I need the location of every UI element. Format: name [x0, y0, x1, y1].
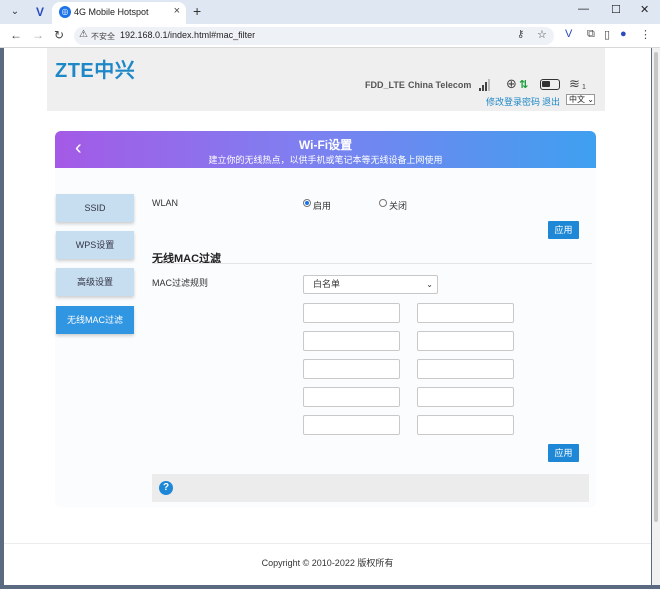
url-text[interactable]: 192.168.0.1/index.html#mac_filter — [120, 30, 255, 40]
signal-strength-icon — [479, 79, 491, 91]
chevron-down-icon: ⌄ — [426, 280, 433, 289]
sidepanel-icon[interactable]: ▯ — [604, 28, 610, 41]
language-select[interactable]: 中文 ⌄ — [566, 94, 595, 105]
wlan-label: WLAN — [152, 198, 179, 208]
mac-address-input[interactable] — [417, 359, 514, 379]
mac-address-input[interactable] — [417, 303, 514, 323]
maximize-icon[interactable]: ☐ — [611, 3, 621, 16]
settings-card: ‹ Wi-Fi设置 建立你的无线热点，以供手机或笔记本等无线设备上网使用 SSI… — [55, 131, 596, 507]
vivaldi-icon[interactable]: V — [33, 5, 47, 19]
mac-address-input[interactable] — [303, 387, 400, 407]
operator-name: China Telecom — [408, 80, 472, 90]
tab-title: 4G Mobile Hotspot — [74, 7, 149, 17]
browser-tab[interactable]: ◎ 4G Mobile Hotspot × — [52, 2, 186, 24]
mac-rule-select[interactable]: 白名单 ⌄ — [303, 275, 438, 294]
mac-address-input[interactable] — [417, 331, 514, 351]
vivaldi-extension-icon[interactable]: V — [565, 28, 572, 40]
network-type: FDD_LTE — [365, 80, 405, 90]
warning-icon[interactable]: ⚠ — [79, 29, 88, 40]
mac-rule-label: MAC过滤规则 — [152, 278, 208, 288]
page-scrollbar[interactable] — [652, 48, 660, 585]
router-header: ZTE中兴 FDD_LTE China Telecom ⊕ ⇅ ≋ 1 修改登录… — [47, 48, 605, 111]
wlan-disable-radio[interactable] — [379, 199, 387, 207]
wlan-enable-label: 启用 — [313, 201, 332, 211]
footer-copyright: Copyright © 2010-2022 版权所有 — [261, 558, 394, 568]
mac-address-input[interactable] — [303, 415, 400, 435]
battery-icon — [540, 79, 560, 90]
back-icon[interactable]: ← — [10, 28, 22, 42]
mac-address-input[interactable] — [303, 331, 400, 351]
sidebar-item-wps[interactable]: WPS设置 — [56, 231, 134, 259]
browser-tabstrip: ⌄ V ◎ 4G Mobile Hotspot × + — ☐ ✕ — [0, 0, 660, 24]
mac-address-input[interactable] — [417, 387, 514, 407]
footer-divider — [4, 543, 651, 544]
password-key-icon[interactable]: ⚷ — [517, 29, 524, 40]
sidebar-item-advanced[interactable]: 高级设置 — [56, 268, 134, 296]
globe-icon: ◎ — [59, 6, 71, 18]
minimize-icon[interactable]: — — [578, 3, 589, 15]
logout-link[interactable]: 退出 — [542, 95, 560, 108]
section-divider — [152, 263, 592, 264]
tab-search-icon[interactable]: ⌄ — [8, 5, 22, 19]
profile-avatar-icon[interactable]: ● — [620, 28, 627, 40]
help-bar: ? — [152, 474, 589, 502]
mac-apply-button[interactable]: 应用 — [548, 444, 579, 462]
banner-title: Wi-Fi设置 — [298, 138, 353, 152]
wifi-icon: ≋ — [569, 76, 580, 91]
mac-rule-value: 白名单 — [313, 279, 341, 289]
sidebar-item-mac-filter[interactable]: 无线MAC过滤 — [56, 306, 134, 334]
window-close-icon[interactable]: ✕ — [640, 3, 649, 16]
wifi-banner: ‹ Wi-Fi设置 建立你的无线热点，以供手机或笔记本等无线设备上网使用 — [55, 131, 596, 168]
web-page: ZTE中兴 FDD_LTE China Telecom ⊕ ⇅ ≋ 1 修改登录… — [4, 48, 651, 585]
reload-icon[interactable]: ↻ — [54, 28, 64, 42]
extensions-icon[interactable]: ⧉ — [587, 28, 595, 41]
scrollbar-thumb[interactable] — [654, 52, 658, 522]
new-tab-button[interactable]: + — [193, 3, 201, 19]
browser-toolbar: ← → ↻ ⚠ 不安全 192.168.0.1/index.html#mac_f… — [0, 24, 660, 48]
mac-address-input[interactable] — [303, 303, 400, 323]
zte-logo: ZTE中兴 — [55, 60, 136, 82]
close-tab-icon[interactable]: × — [174, 5, 180, 17]
banner-subtitle: 建立你的无线热点，以供手机或笔记本等无线设备上网使用 — [208, 155, 443, 165]
forward-icon[interactable]: → — [32, 28, 44, 42]
wifi-client-count: 1 — [582, 84, 586, 91]
address-bar[interactable]: ⚠ 不安全 192.168.0.1/index.html#mac_filter … — [74, 27, 554, 45]
insecure-label: 不安全 — [91, 32, 115, 41]
sidebar-item-ssid[interactable]: SSID — [56, 194, 134, 222]
menu-kebab-icon[interactable]: ⋮ — [640, 28, 651, 41]
mac-address-input[interactable] — [303, 359, 400, 379]
wlan-apply-button[interactable]: 应用 — [548, 221, 579, 239]
wlan-enable-radio[interactable] — [303, 199, 311, 207]
wlan-disable-label: 关闭 — [389, 201, 408, 211]
change-password-link[interactable]: 修改登录密码 — [486, 95, 540, 108]
mac-address-input[interactable] — [417, 415, 514, 435]
help-question-icon[interactable]: ? — [159, 481, 173, 495]
data-transfer-icon: ⇅ — [519, 79, 529, 91]
internet-globe-icon: ⊕ — [506, 76, 517, 91]
language-value: 中文 — [569, 95, 585, 104]
bookmark-star-icon[interactable]: ☆ — [537, 28, 547, 41]
